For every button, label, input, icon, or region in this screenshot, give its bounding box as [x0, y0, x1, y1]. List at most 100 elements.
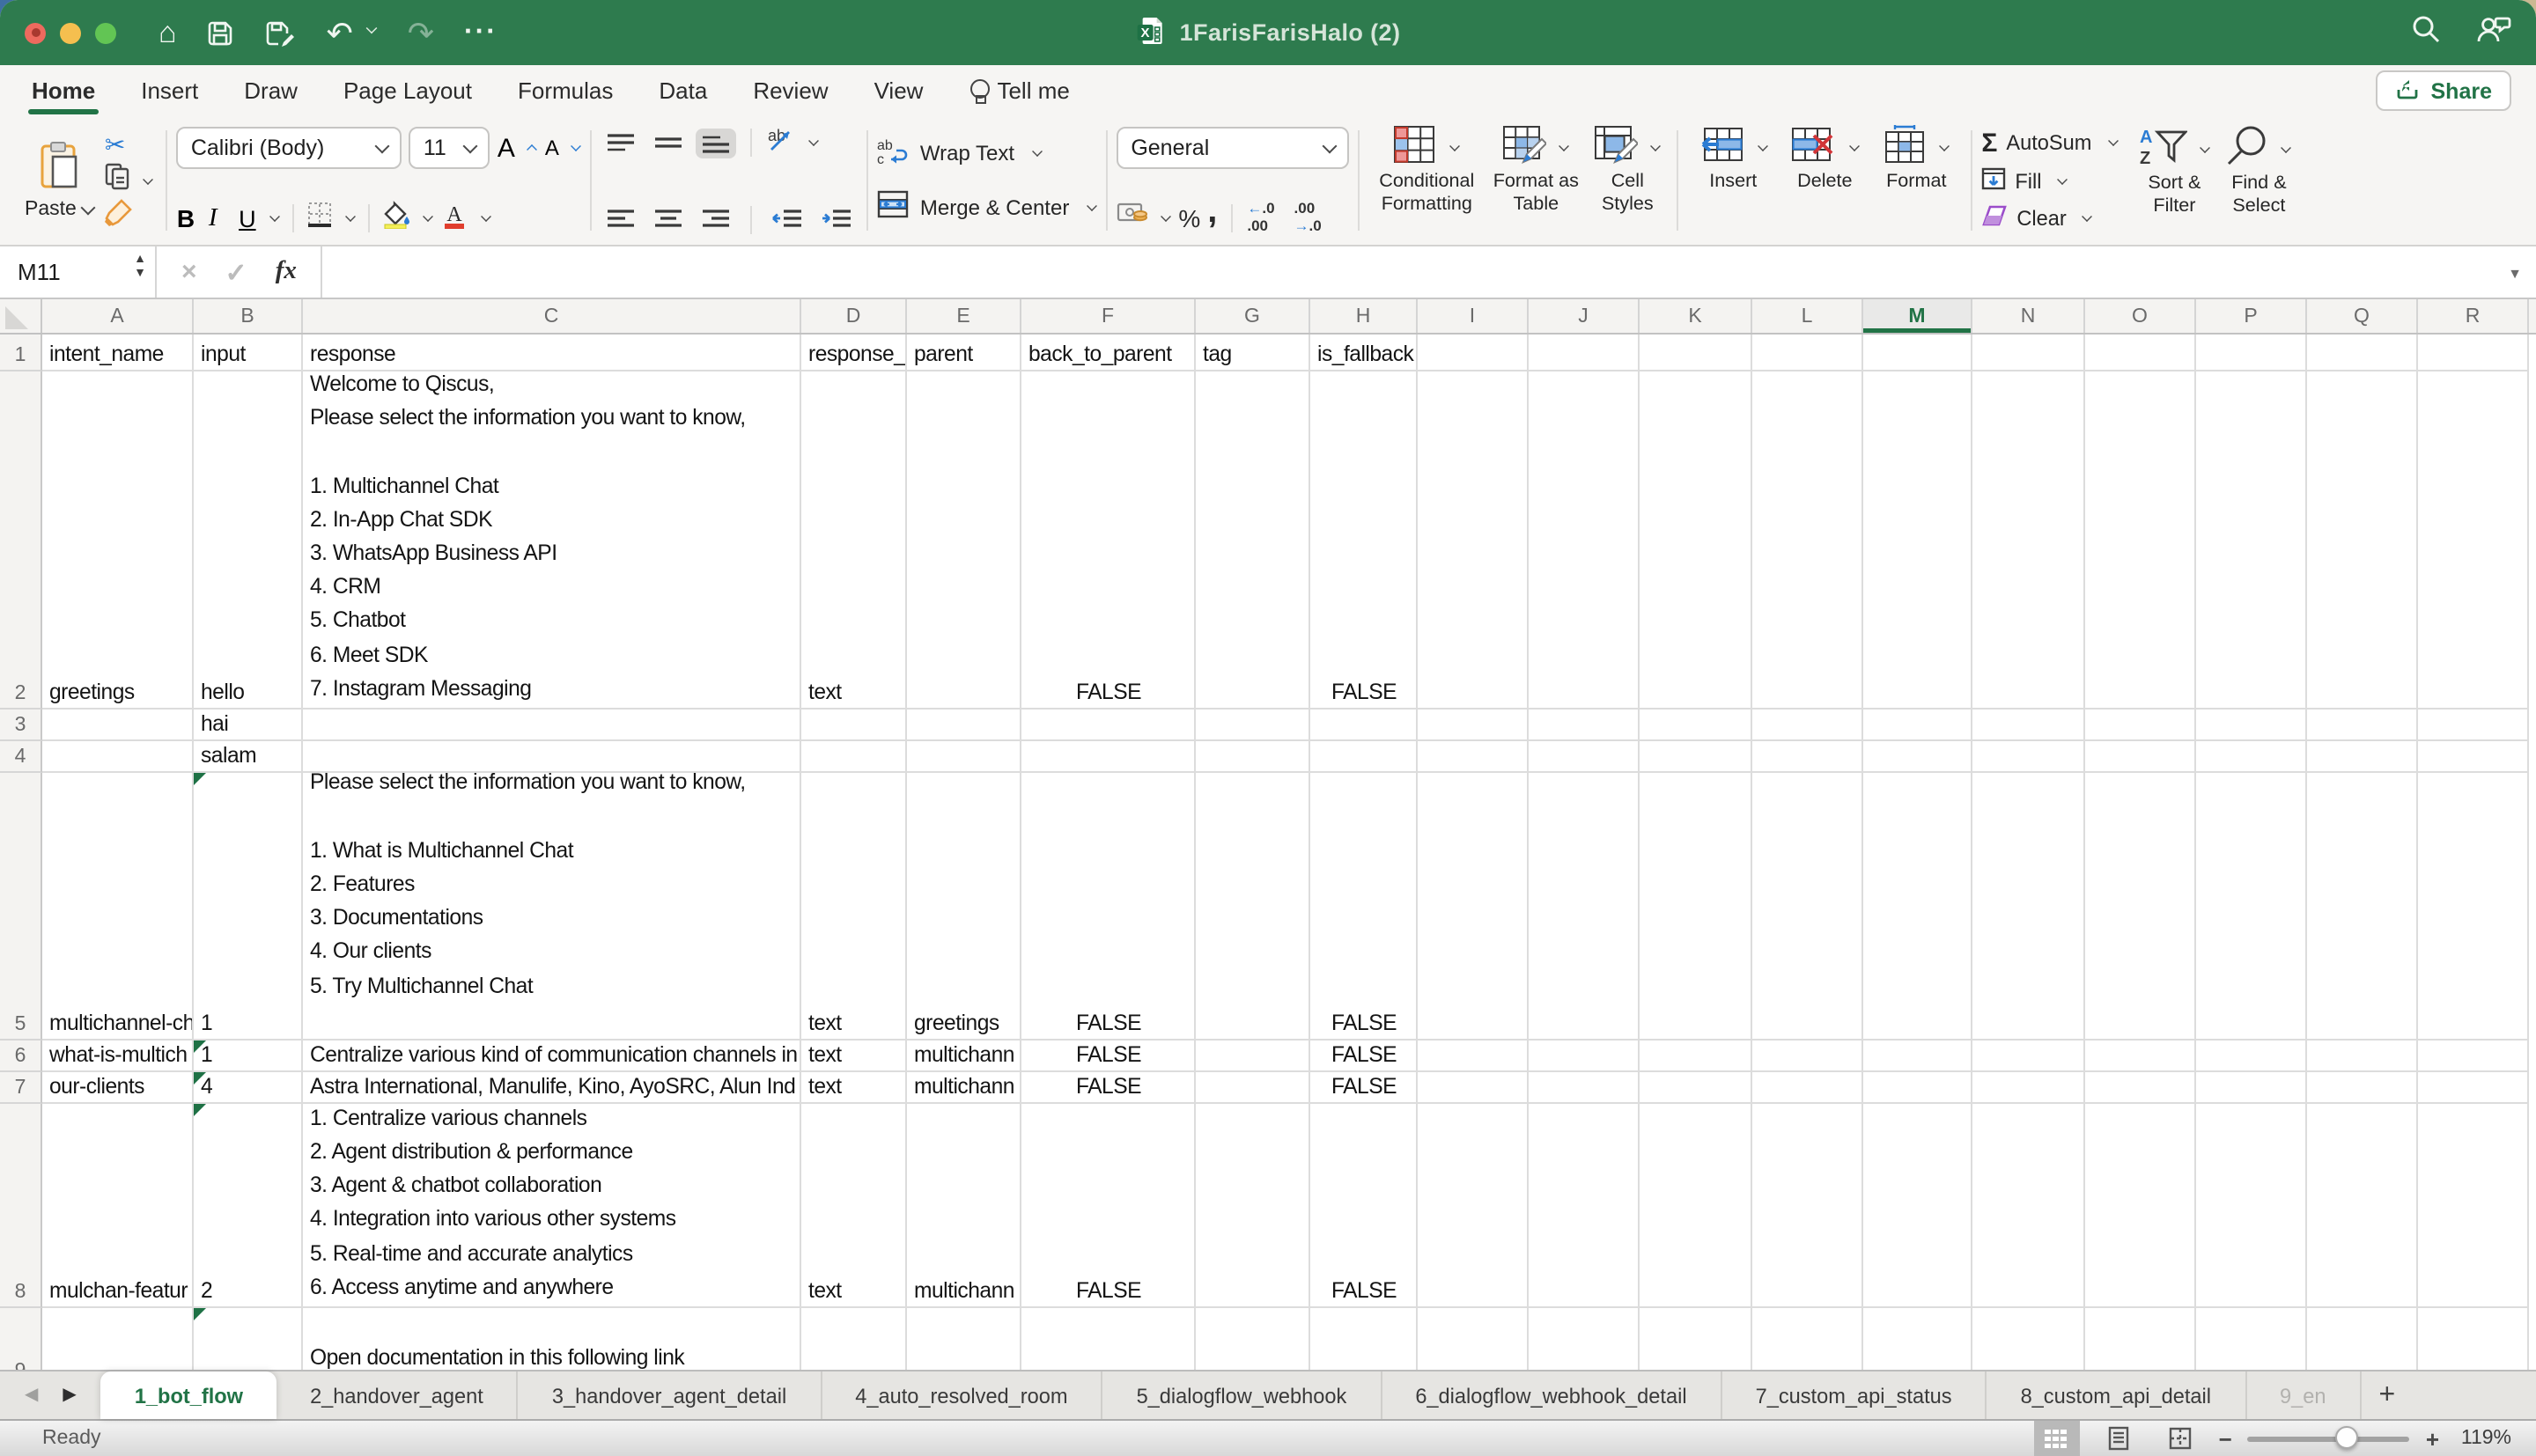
row-header-9[interactable]: 9 [0, 1308, 42, 1370]
cell-G6[interactable] [1196, 1041, 1310, 1072]
row-header-7[interactable]: 7 [0, 1072, 42, 1104]
font-color-button[interactable]: A [441, 202, 492, 234]
cell-O5[interactable] [2085, 773, 2196, 1041]
zoom-slider[interactable] [2248, 1436, 2410, 1441]
cell-J5[interactable] [1529, 773, 1640, 1041]
cell-L7[interactable] [1752, 1072, 1863, 1104]
cell-E2[interactable] [907, 371, 1021, 710]
comma-button[interactable]: , [1207, 202, 1217, 233]
cell-A8[interactable]: mulchan-featur [42, 1104, 194, 1308]
tab-tell-me[interactable]: Tell me [969, 65, 1069, 116]
align-middle-button[interactable] [649, 128, 689, 158]
row-header-5[interactable]: 5 [0, 773, 42, 1041]
cell-N7[interactable] [1972, 1072, 2085, 1104]
cell-B5[interactable]: 1 [194, 773, 303, 1041]
cell-M7[interactable] [1863, 1072, 1972, 1104]
column-header-D[interactable]: D [801, 299, 907, 333]
cell-K8[interactable] [1640, 1104, 1752, 1308]
cell-G3[interactable] [1196, 710, 1310, 741]
decrease-font-button[interactable]: A [545, 132, 582, 164]
cell-M2[interactable] [1863, 371, 1972, 710]
cell-A3[interactable] [42, 710, 194, 741]
cell-M3[interactable] [1863, 710, 1972, 741]
cell-Q5[interactable] [2307, 773, 2418, 1041]
cell-Q4[interactable] [2307, 741, 2418, 773]
cell-I3[interactable] [1418, 710, 1529, 741]
cell-H5[interactable]: FALSE [1310, 773, 1418, 1041]
cell-H3[interactable] [1310, 710, 1418, 741]
tab-review[interactable]: Review [753, 65, 828, 116]
sheet-tab-2_handover_agent[interactable]: 2_handover_agent [276, 1371, 519, 1419]
percent-button[interactable]: % [1178, 202, 1200, 233]
cell-O3[interactable] [2085, 710, 2196, 741]
cell-J1[interactable] [1529, 335, 1640, 371]
cell-R8[interactable] [2418, 1104, 2529, 1308]
cell-J2[interactable] [1529, 371, 1640, 710]
italic-button[interactable]: I [209, 202, 230, 234]
row-header-1[interactable]: 1 [0, 335, 42, 371]
cell-J6[interactable] [1529, 1041, 1640, 1072]
cell-D7[interactable]: text [801, 1072, 907, 1104]
name-box-stepper[interactable]: ▲▼ [134, 254, 146, 280]
cell-I5[interactable] [1418, 773, 1529, 1041]
column-header-A[interactable]: A [42, 299, 194, 333]
more-commands-icon[interactable]: ··· [464, 18, 498, 47]
cell-J9[interactable] [1529, 1308, 1640, 1370]
cell-P8[interactable] [2196, 1104, 2307, 1308]
cell-D1[interactable]: response_t [801, 335, 907, 371]
cell-E8[interactable]: multichann [907, 1104, 1021, 1308]
cell-C2[interactable]: Welcome to Qiscus, Please select the inf… [303, 371, 801, 710]
cell-P9[interactable] [2196, 1308, 2307, 1370]
cell-L2[interactable] [1752, 371, 1863, 710]
sheet-tab-6_dialogflow_webhook_detail[interactable]: 6_dialogflow_webhook_detail [1382, 1371, 1721, 1419]
cell-N1[interactable] [1972, 335, 2085, 371]
sheet-tab-1_bot_flow[interactable]: 1_bot_flow [101, 1371, 276, 1419]
row-header-2[interactable]: 2 [0, 371, 42, 710]
cell-E7[interactable]: multichann [907, 1072, 1021, 1104]
select-all-corner[interactable] [0, 299, 42, 333]
cell-J4[interactable] [1529, 741, 1640, 773]
cell-P2[interactable] [2196, 371, 2307, 710]
sheet-tab-7_custom_api_status[interactable]: 7_custom_api_status [1722, 1371, 1987, 1419]
cell-M8[interactable] [1863, 1104, 1972, 1308]
undo-button[interactable]: ↶ [327, 17, 378, 48]
cell-I1[interactable] [1418, 335, 1529, 371]
cell-K1[interactable] [1640, 335, 1752, 371]
cell-E9[interactable] [907, 1308, 1021, 1370]
accounting-format-button[interactable] [1117, 202, 1171, 233]
cut-button[interactable]: ✂ [105, 129, 154, 160]
cell-E4[interactable] [907, 741, 1021, 773]
orientation-button[interactable]: ab [767, 127, 820, 158]
cell-F2[interactable]: FALSE [1021, 371, 1196, 710]
cell-Q1[interactable] [2307, 335, 2418, 371]
name-box[interactable]: M11 ▲▼ [0, 246, 155, 298]
sheet-tab-8_custom_api_detail[interactable]: 8_custom_api_detail [1987, 1371, 2246, 1419]
cell-G8[interactable] [1196, 1104, 1310, 1308]
cell-N4[interactable] [1972, 741, 2085, 773]
cell-M4[interactable] [1863, 741, 1972, 773]
cell-H7[interactable]: FALSE [1310, 1072, 1418, 1104]
increase-indent-button[interactable] [816, 204, 859, 234]
cell-L8[interactable] [1752, 1104, 1863, 1308]
paste-button[interactable]: Paste [18, 123, 101, 238]
delete-cells-button[interactable]: Delete [1779, 123, 1870, 238]
column-header-P[interactable]: P [2196, 299, 2307, 333]
clear-button[interactable]: Clear [1981, 202, 2118, 234]
cell-B7[interactable]: 4 [194, 1072, 303, 1104]
align-left-button[interactable] [601, 204, 642, 234]
cell-O8[interactable] [2085, 1104, 2196, 1308]
cell-K3[interactable] [1640, 710, 1752, 741]
formula-input[interactable]: ▼ [323, 246, 2536, 298]
cell-B6[interactable]: 1 [194, 1041, 303, 1072]
cell-N2[interactable] [1972, 371, 2085, 710]
cell-N9[interactable] [1972, 1308, 2085, 1370]
cell-K2[interactable] [1640, 371, 1752, 710]
wrap-text-button[interactable]: abc Wrap Text [878, 137, 1097, 171]
cell-D9[interactable] [801, 1308, 907, 1370]
cell-N5[interactable] [1972, 773, 2085, 1041]
cell-F9[interactable] [1021, 1308, 1196, 1370]
cell-G5[interactable] [1196, 773, 1310, 1041]
cell-L9[interactable] [1752, 1308, 1863, 1370]
sheet-next-icon[interactable]: ▶ [63, 1386, 76, 1405]
cell-C6[interactable]: Centralize various kind of communication… [303, 1041, 801, 1072]
